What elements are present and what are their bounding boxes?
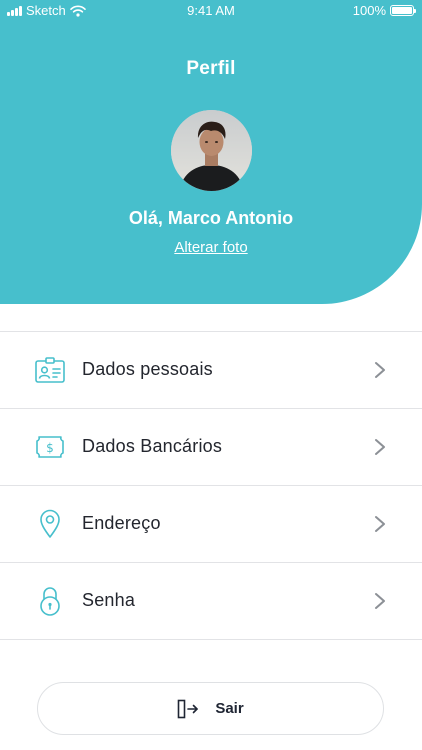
menu-item-label: Dados pessoais [82, 359, 213, 379]
menu-item-label: Dados Bancários [82, 436, 223, 456]
logout-label: Sair [215, 700, 244, 717]
menu-item-address[interactable]: Endereço [0, 486, 422, 563]
page-title: Perfil [186, 58, 236, 79]
chevron-right-icon [375, 362, 385, 378]
menu-item-bank-data[interactable]: $ Dados Bancários [0, 409, 422, 486]
chevron-right-icon [375, 516, 385, 532]
svg-text:$: $ [46, 441, 54, 455]
avatar [171, 110, 252, 191]
logout-button[interactable]: Sair [37, 682, 384, 735]
id-card-icon [35, 355, 65, 385]
profile-menu: Dados pessoais $ Dados Bancários Endereç… [0, 331, 422, 640]
avatar-photo [171, 110, 252, 191]
status-bar: Sketch 9:41 AM 100% [0, 0, 422, 22]
greeting: Olá, Marco Antonio [128, 208, 294, 228]
location-pin-icon [35, 509, 65, 539]
exit-icon [178, 699, 199, 718]
battery-percent: 100% [352, 3, 386, 18]
menu-item-label: Endereço [82, 513, 161, 533]
menu-item-label: Senha [82, 590, 136, 610]
status-right: 100% [352, 3, 416, 18]
menu-item-password[interactable]: Senha [0, 563, 422, 640]
lock-icon [35, 586, 65, 616]
chevron-right-icon [375, 593, 385, 609]
menu-item-personal-data[interactable]: Dados pessoais [0, 332, 422, 409]
change-photo-link[interactable]: Alterar foto [0, 239, 422, 256]
money-icon: $ [35, 432, 65, 462]
battery-icon [390, 5, 416, 16]
chevron-right-icon [375, 439, 385, 455]
